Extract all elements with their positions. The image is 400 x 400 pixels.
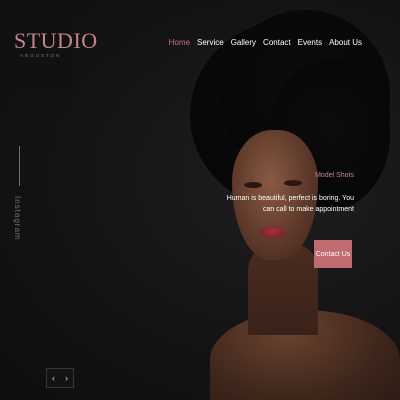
logo[interactable]: STUDIO ANGUSTON [0,0,97,88]
nav-item-gallery[interactable]: Gallery [231,38,256,47]
nav-item-contact[interactable]: Contact [263,38,291,47]
caption-title: Model Shots [315,172,354,179]
contact-us-button[interactable]: Contact Us [314,240,352,268]
rail-divider [19,146,20,186]
chevron-left-icon[interactable]: ‹ [52,373,55,383]
page: STUDIO ANGUSTON Home Service Gallery Con… [0,0,400,400]
logo-subtitle: ANGUSTON [20,53,62,58]
slider-controls: ‹ › [46,368,74,388]
chevron-right-icon[interactable]: › [65,373,68,383]
caption-text: Human is beautiful, perfect is boring. Y… [226,195,354,213]
nav-item-home[interactable]: Home [169,38,190,47]
instagram-link[interactable]: Instagram [13,196,22,241]
nav-item-events[interactable]: Events [298,38,322,47]
logo-title: STUDIO [14,28,98,53]
nav-item-service[interactable]: Service [197,38,224,47]
main-nav: Home Service Gallery Contact Events Abou… [169,38,362,47]
nav-item-about-us[interactable]: About Us [329,38,362,47]
